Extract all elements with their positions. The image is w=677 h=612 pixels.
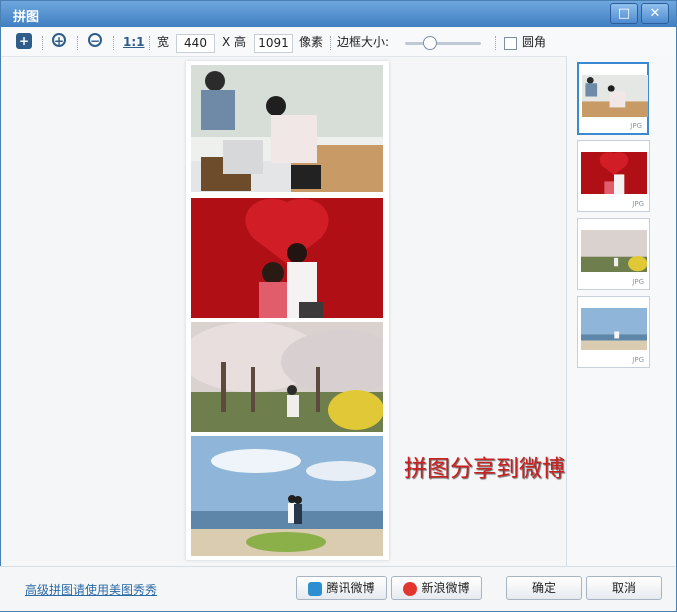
thumbnail-item[interactable]: JPG (577, 62, 649, 135)
width-field[interactable]: 440 (176, 34, 215, 53)
photo-beach-image (191, 436, 383, 556)
height-label: X 高 (222, 35, 247, 49)
photo-cherry-blossom[interactable] (191, 322, 383, 432)
toolbar-separator (330, 36, 332, 50)
thumbnail-format: JPG (632, 356, 644, 364)
toolbar-separator (42, 36, 44, 50)
toolbar-separator (495, 36, 497, 50)
rounded-corner-checkbox[interactable] (504, 37, 517, 50)
sina-weibo-icon (403, 581, 418, 596)
tencent-weibo-icon (308, 581, 323, 596)
add-icon: + (16, 33, 32, 49)
zoom-in-icon: + (52, 33, 66, 48)
thumbnail-format: JPG (632, 200, 644, 208)
thumbnail-image (581, 308, 647, 350)
thumbnail-image (581, 230, 647, 272)
rounded-corner-label: 圆角 (522, 35, 547, 49)
sina-weibo-button[interactable]: 新浪微博 (391, 576, 482, 600)
photo-kitchen-couple[interactable] (191, 65, 383, 192)
photo-heart-flowers-image (191, 198, 383, 318)
toolbar-separator (77, 36, 79, 50)
border-size-slider[interactable] (405, 42, 481, 45)
height-field[interactable]: 1091 (254, 34, 293, 53)
tencent-weibo-label: 腾讯微博 (326, 581, 375, 595)
thumbnail-image (581, 152, 647, 194)
photo-kitchen-couple-image (191, 65, 383, 192)
share-weibo-text: 拼图分享到微博 (404, 456, 565, 482)
toolbar-separator (149, 36, 151, 50)
photo-beach[interactable] (191, 436, 383, 556)
close-button[interactable]: ✕ (641, 3, 669, 24)
thumbnail-item[interactable]: JPG (577, 140, 650, 212)
thumbnail-format: JPG (632, 278, 644, 286)
toolbar: + + − 1:1 宽 440 X 高 1091 像素 边框大小: 圆角 (1, 28, 676, 57)
ok-button[interactable]: 确定 (506, 576, 582, 600)
zoom-out-icon: − (88, 33, 102, 48)
zoom-out-button[interactable]: − (88, 33, 102, 51)
thumbnail-format: JPG (630, 122, 642, 130)
toolbar-separator (113, 36, 115, 50)
actual-size-button[interactable]: 1:1 (123, 33, 145, 51)
border-size-label: 边框大小: (337, 35, 390, 49)
unit-label: 像素 (299, 35, 324, 49)
photo-cherry-blossom-image (191, 322, 383, 432)
footer: 高级拼图请使用美图秀秀 腾讯微博 新浪微博 确定 取消 (0, 566, 675, 611)
thumbnail-item[interactable]: JPG (577, 296, 650, 368)
maximize-button[interactable]: □ (610, 3, 638, 24)
window-title: 拼图 (13, 10, 40, 25)
add-image-button[interactable]: + (16, 33, 32, 51)
cancel-button[interactable]: 取消 (586, 576, 662, 600)
maximize-icon: □ (617, 6, 631, 21)
sina-weibo-label: 新浪微博 (421, 581, 470, 595)
advanced-puzzle-link[interactable]: 高级拼图请使用美图秀秀 (25, 581, 157, 598)
photo-heart-flowers[interactable] (191, 198, 383, 318)
thumbnail-image (582, 75, 648, 117)
width-label: 宽 (157, 35, 170, 49)
thumbnail-item[interactable]: JPG (577, 218, 650, 290)
zoom-in-button[interactable]: + (52, 33, 66, 51)
title-bar: 拼图 □ ✕ (1, 1, 676, 27)
tencent-weibo-button[interactable]: 腾讯微博 (296, 576, 387, 600)
border-size-slider-handle[interactable] (423, 36, 437, 50)
close-icon: ✕ (649, 6, 661, 21)
